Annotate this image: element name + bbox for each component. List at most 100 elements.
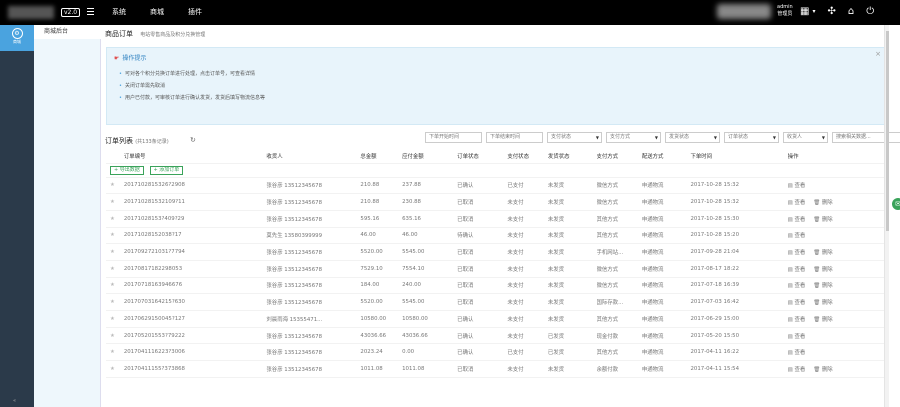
- delete-button[interactable]: 🗑 删除: [813, 217, 832, 223]
- cell-consignee: 张谷彦 13512345678: [266, 243, 361, 261]
- star-icon[interactable]: ★: [106, 310, 124, 328]
- column-header: 订单状态: [457, 149, 508, 164]
- star-icon[interactable]: ★: [106, 327, 124, 345]
- order-number-link[interactable]: 20170718163946676: [123, 277, 267, 295]
- view-button[interactable]: ▤ 查看: [788, 367, 806, 373]
- cell-time: 2017-09-28 21:04: [690, 243, 788, 261]
- column-header: 收货人: [266, 149, 361, 164]
- sidebar-item-mall[interactable]: ⚙ 商城: [0, 25, 34, 51]
- star-icon[interactable]: ★: [106, 177, 124, 195]
- order-number-link[interactable]: 20170703164215?630: [123, 293, 267, 311]
- star-icon[interactable]: ★: [106, 260, 124, 278]
- caret-down-icon[interactable]: ▾: [812, 5, 815, 19]
- order-number-link[interactable]: 20170629150045?127: [123, 310, 267, 328]
- view-button[interactable]: ▤ 查看: [788, 217, 806, 223]
- scrollbar[interactable]: [884, 25, 889, 407]
- cell-pay_method: 手机网站...: [596, 243, 642, 261]
- delete-button[interactable]: 🗑 删除: [813, 300, 832, 306]
- chat-icon[interactable]: ✉: [892, 198, 900, 210]
- view-button[interactable]: ▤ 查看: [788, 300, 806, 306]
- delete-button[interactable]: 🗑 删除: [813, 267, 832, 273]
- view-button[interactable]: ▤ 查看: [788, 317, 806, 323]
- star-icon[interactable]: ★: [106, 343, 124, 362]
- star-icon[interactable]: ★: [106, 277, 124, 295]
- row-actions: ▤ 查看 🗑 删除: [787, 243, 885, 261]
- collapse-icon[interactable]: «: [13, 398, 16, 404]
- order-number-link[interactable]: 201710281532109?11: [123, 193, 267, 211]
- order-number-link[interactable]: 201705201553?79222: [123, 327, 267, 345]
- order-number-link[interactable]: 2017092721031?7794: [123, 243, 267, 261]
- home-icon[interactable]: ⌂: [848, 5, 854, 19]
- view-button[interactable]: ▤ 查看: [788, 350, 806, 356]
- filter-input[interactable]: 下单结束时间: [486, 132, 543, 143]
- add-order-button[interactable]: + 添加订单: [149, 165, 184, 175]
- apps-icon[interactable]: ▦: [800, 5, 809, 19]
- cell-time: 2017-05-20 15:50: [690, 327, 788, 345]
- menu-toggle-icon[interactable]: [87, 8, 94, 15]
- column-header: 总金额: [360, 149, 403, 164]
- delete-button[interactable]: 🗑 删除: [813, 250, 832, 256]
- filter-select[interactable]: 支付状态: [547, 132, 602, 143]
- star-icon[interactable]: ★: [106, 243, 124, 261]
- order-list-title-text: 订单列表: [105, 137, 133, 145]
- nav-item-2[interactable]: 插件: [188, 7, 202, 17]
- filter-select[interactable]: 支付方式: [606, 132, 661, 143]
- view-button[interactable]: ▤ 查看: [788, 183, 806, 189]
- power-icon[interactable]: ⏻: [866, 5, 874, 19]
- star-icon[interactable]: ★: [106, 227, 124, 245]
- view-button[interactable]: ▤ 查看: [788, 283, 806, 289]
- view-icon: ▤: [787, 300, 795, 307]
- order-number-link[interactable]: 20171028152038?17: [123, 227, 267, 245]
- star-icon[interactable]: ★: [106, 193, 124, 211]
- cell-pay_method: 国际存款...: [596, 293, 642, 311]
- order-number-link[interactable]: 20170411155?373868: [123, 360, 267, 378]
- order-number-link[interactable]: 20171028153?409?29: [123, 210, 267, 228]
- cell-ship_status: 未发货: [547, 227, 597, 245]
- view-button[interactable]: ▤ 查看: [788, 233, 806, 239]
- cell-order_status: 待确认: [457, 227, 508, 245]
- cell-pay_method: 其他方式: [596, 227, 642, 245]
- filter-select[interactable]: 发货状态: [665, 132, 720, 143]
- row-actions: ▤ 查看 🗑 删除: [787, 360, 885, 378]
- network-icon[interactable]: ✣: [827, 5, 835, 19]
- cell-time: 2017-10-28 15:20: [690, 227, 788, 245]
- cell-ship_method: 申通物流: [641, 210, 691, 228]
- view-button[interactable]: ▤ 查看: [788, 200, 806, 206]
- delete-button[interactable]: 🗑 删除: [813, 317, 832, 323]
- view-button[interactable]: ▤ 查看: [788, 250, 806, 256]
- nav-item-1[interactable]: 商城: [150, 7, 164, 17]
- filter-input[interactable]: 下单开始时间: [425, 132, 482, 143]
- filter-select[interactable]: 订单状态: [724, 132, 779, 143]
- cell-payable: 10580.00: [402, 310, 458, 328]
- cell-time: 2017-07-18 16:39: [690, 277, 788, 295]
- admin-info[interactable]: admin 管理员: [777, 4, 793, 18]
- star-icon[interactable]: ★: [106, 293, 124, 311]
- action-label: 查看: [794, 183, 806, 190]
- star-icon[interactable]: ★: [106, 210, 124, 228]
- star-icon[interactable]: ★: [106, 360, 124, 378]
- avatar[interactable]: [717, 4, 771, 19]
- nav-item-0[interactable]: 系统: [112, 7, 126, 17]
- cell-ship_status: 未发货: [547, 243, 597, 261]
- subnav-item-mall-admin[interactable]: 商城后台: [34, 25, 101, 39]
- filter-input[interactable]: 搜索相关数据...: [832, 132, 900, 143]
- hand-icon: ☛: [114, 55, 120, 62]
- order-number-link[interactable]: 2017102815326?2908: [123, 177, 267, 195]
- cell-time: 2017-04-11 15:54: [690, 360, 788, 378]
- delete-button[interactable]: 🗑 删除: [813, 283, 832, 289]
- order-number-link[interactable]: 20170817182298053: [123, 260, 267, 278]
- gear-icon: ⚙: [11, 28, 23, 39]
- cell-consignee: 张谷彦 13512345678: [266, 327, 361, 345]
- view-button[interactable]: ▤ 查看: [788, 334, 806, 340]
- action-label: 删除: [821, 216, 833, 223]
- view-button[interactable]: ▤ 查看: [788, 267, 806, 273]
- refresh-icon[interactable]: ↻: [190, 136, 196, 144]
- delete-button[interactable]: 🗑 删除: [813, 200, 832, 206]
- filter-select[interactable]: 收货人: [783, 132, 828, 143]
- column-header: 支付方式: [596, 149, 642, 164]
- order-number-link[interactable]: 2017041116223?3006: [123, 343, 267, 362]
- close-icon[interactable]: ×: [875, 50, 881, 58]
- view-icon: ▤: [787, 316, 795, 323]
- export-button[interactable]: + 导出数据: [110, 165, 144, 175]
- delete-button[interactable]: 🗑 删除: [813, 367, 832, 373]
